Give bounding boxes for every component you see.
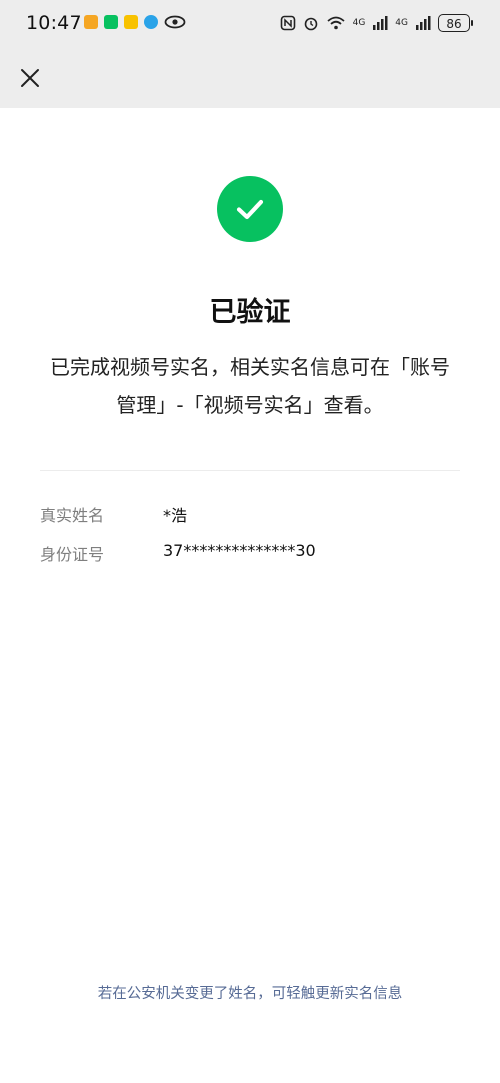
- status-time: 10:47: [26, 12, 82, 34]
- notification-app-icon: [124, 15, 138, 29]
- wechat-icon: [104, 15, 118, 29]
- info-value: 37**************30: [163, 541, 316, 560]
- status-bar: 10:47 4G 4G 86: [0, 0, 500, 48]
- page-title: 已验证: [209, 297, 291, 328]
- divider: [40, 470, 460, 471]
- close-button[interactable]: [10, 58, 50, 98]
- eye-icon: [164, 15, 186, 29]
- nav-bar: [0, 48, 500, 108]
- check-icon: [236, 199, 264, 220]
- wifi-icon: [327, 16, 345, 30]
- notification-app-icon: [84, 15, 98, 29]
- verified-badge: [217, 176, 283, 242]
- status-app-icons: [84, 15, 186, 29]
- battery-indicator: 86: [438, 14, 473, 32]
- browser-icon: [144, 15, 158, 29]
- nfc-icon: [280, 15, 295, 31]
- result-description: 已完成视频号实名，相关实名信息可在「账号管理」-「视频号实名」查看。: [50, 355, 450, 417]
- info-label: 真实姓名: [40, 506, 105, 525]
- info-label: 身份证号: [40, 545, 105, 564]
- signal-1-label: 4G: [352, 18, 366, 28]
- info-value: *浩: [163, 506, 188, 525]
- close-icon: [21, 69, 39, 87]
- signal-2-icon: [416, 16, 431, 30]
- status-right-icons: 4G 4G 86: [280, 14, 473, 32]
- info-row-name: 真实姓名 *浩: [40, 502, 460, 532]
- signal-2-label: 4G: [395, 18, 408, 28]
- info-row-id: 身份证号 37**************30: [40, 541, 460, 571]
- alarm-icon: [304, 17, 317, 31]
- update-realname-link[interactable]: 若在公安机关变更了姓名，可轻触更新实名信息: [0, 982, 500, 1003]
- signal-1-icon: [373, 16, 388, 30]
